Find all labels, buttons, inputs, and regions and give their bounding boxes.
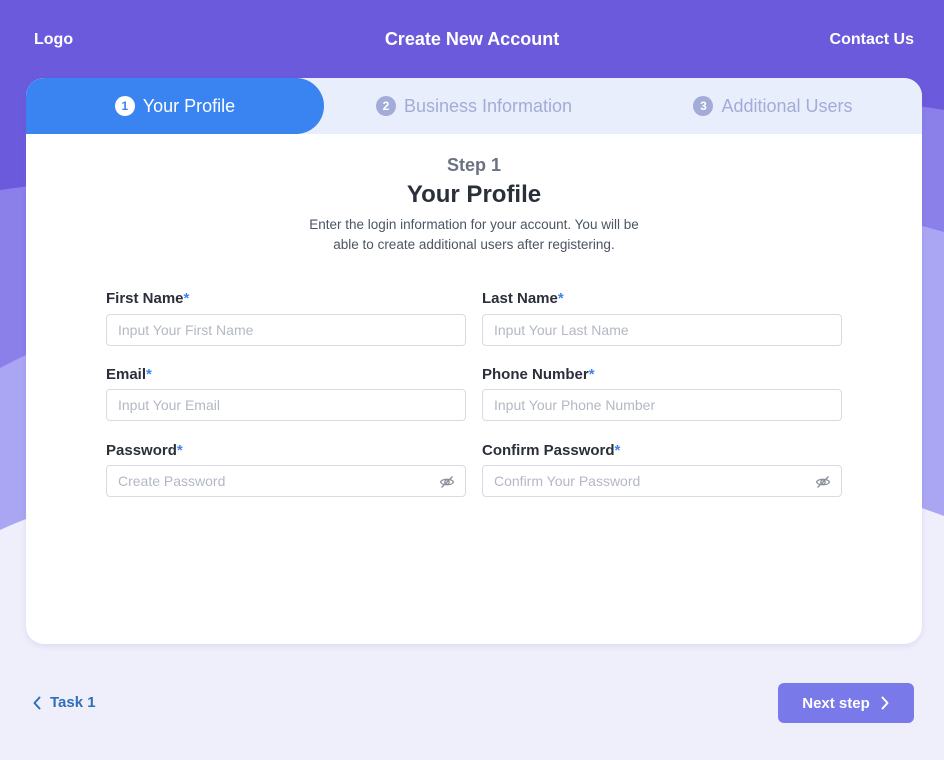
email-input[interactable] (107, 390, 465, 420)
first-name-input[interactable] (107, 315, 465, 345)
tab-additional-users[interactable]: 3 Additional Users (624, 78, 922, 134)
phone-number-label-text: Phone Number (482, 366, 589, 383)
eye-off-icon[interactable] (439, 474, 455, 490)
last-name-field[interactable] (482, 314, 842, 346)
back-button[interactable]: Task 1 (32, 694, 96, 711)
confirm-password-input[interactable] (483, 466, 841, 496)
step-number-badge: 3 (693, 96, 714, 116)
page-header-title: Create New Account (384, 29, 560, 49)
required-marker: * (146, 366, 152, 383)
last-name-input[interactable] (483, 315, 841, 345)
required-marker: * (588, 366, 595, 383)
last-name-label: Last Name* (482, 290, 564, 307)
step-description: Enter the login information for your acc… (309, 217, 639, 252)
phone-number-input[interactable] (483, 390, 841, 420)
tab-label: Additional Users (721, 95, 853, 116)
step-number-badge: 1 (114, 96, 135, 116)
password-label-text: Password (106, 442, 177, 459)
first-name-label-text: First Name (106, 290, 184, 307)
required-marker: * (614, 442, 621, 459)
confirm-password-field[interactable] (482, 465, 842, 497)
eye-off-icon[interactable] (815, 474, 831, 490)
confirm-password-label-text: Confirm Password (482, 442, 615, 459)
chevron-left-icon (33, 696, 41, 709)
top-bar: Logo Create New Account Contact Us (0, 0, 944, 78)
last-name-label-text: Last Name (482, 290, 558, 307)
back-button-label: Task 1 (50, 694, 96, 711)
next-step-button[interactable]: Next step (778, 683, 914, 723)
phone-number-field[interactable] (482, 389, 842, 421)
first-name-field[interactable] (106, 314, 466, 346)
next-step-label: Next step (802, 694, 870, 712)
tab-your-profile[interactable]: 1 Your Profile (26, 78, 324, 134)
step-title: Your Profile (406, 181, 542, 208)
step-number-badge: 2 (375, 96, 396, 116)
step-tabs: 1 Your Profile 2 Business Information 3 … (26, 78, 922, 134)
password-field[interactable] (106, 465, 466, 497)
password-input[interactable] (107, 466, 465, 496)
email-field[interactable] (106, 389, 466, 421)
contact-us-link[interactable]: Contact Us (830, 31, 914, 49)
phone-number-label: Phone Number* (482, 366, 595, 383)
password-label: Password* (106, 442, 183, 459)
tab-label: Business Information (403, 95, 573, 116)
email-label: Email* (106, 366, 152, 383)
required-marker: * (557, 290, 564, 307)
tab-label: Your Profile (142, 95, 236, 116)
step-label: Step 1 (446, 155, 502, 175)
tab-business-information[interactable]: 2 Business Information (324, 78, 624, 134)
chevron-right-icon (881, 696, 889, 710)
email-label-text: Email (106, 366, 147, 383)
confirm-password-label: Confirm Password* (482, 442, 620, 459)
required-marker: * (176, 442, 183, 459)
required-marker: * (183, 290, 190, 307)
first-name-label: First Name* (106, 290, 189, 307)
form-card: 1 Your Profile 2 Business Information 3 … (26, 78, 922, 644)
